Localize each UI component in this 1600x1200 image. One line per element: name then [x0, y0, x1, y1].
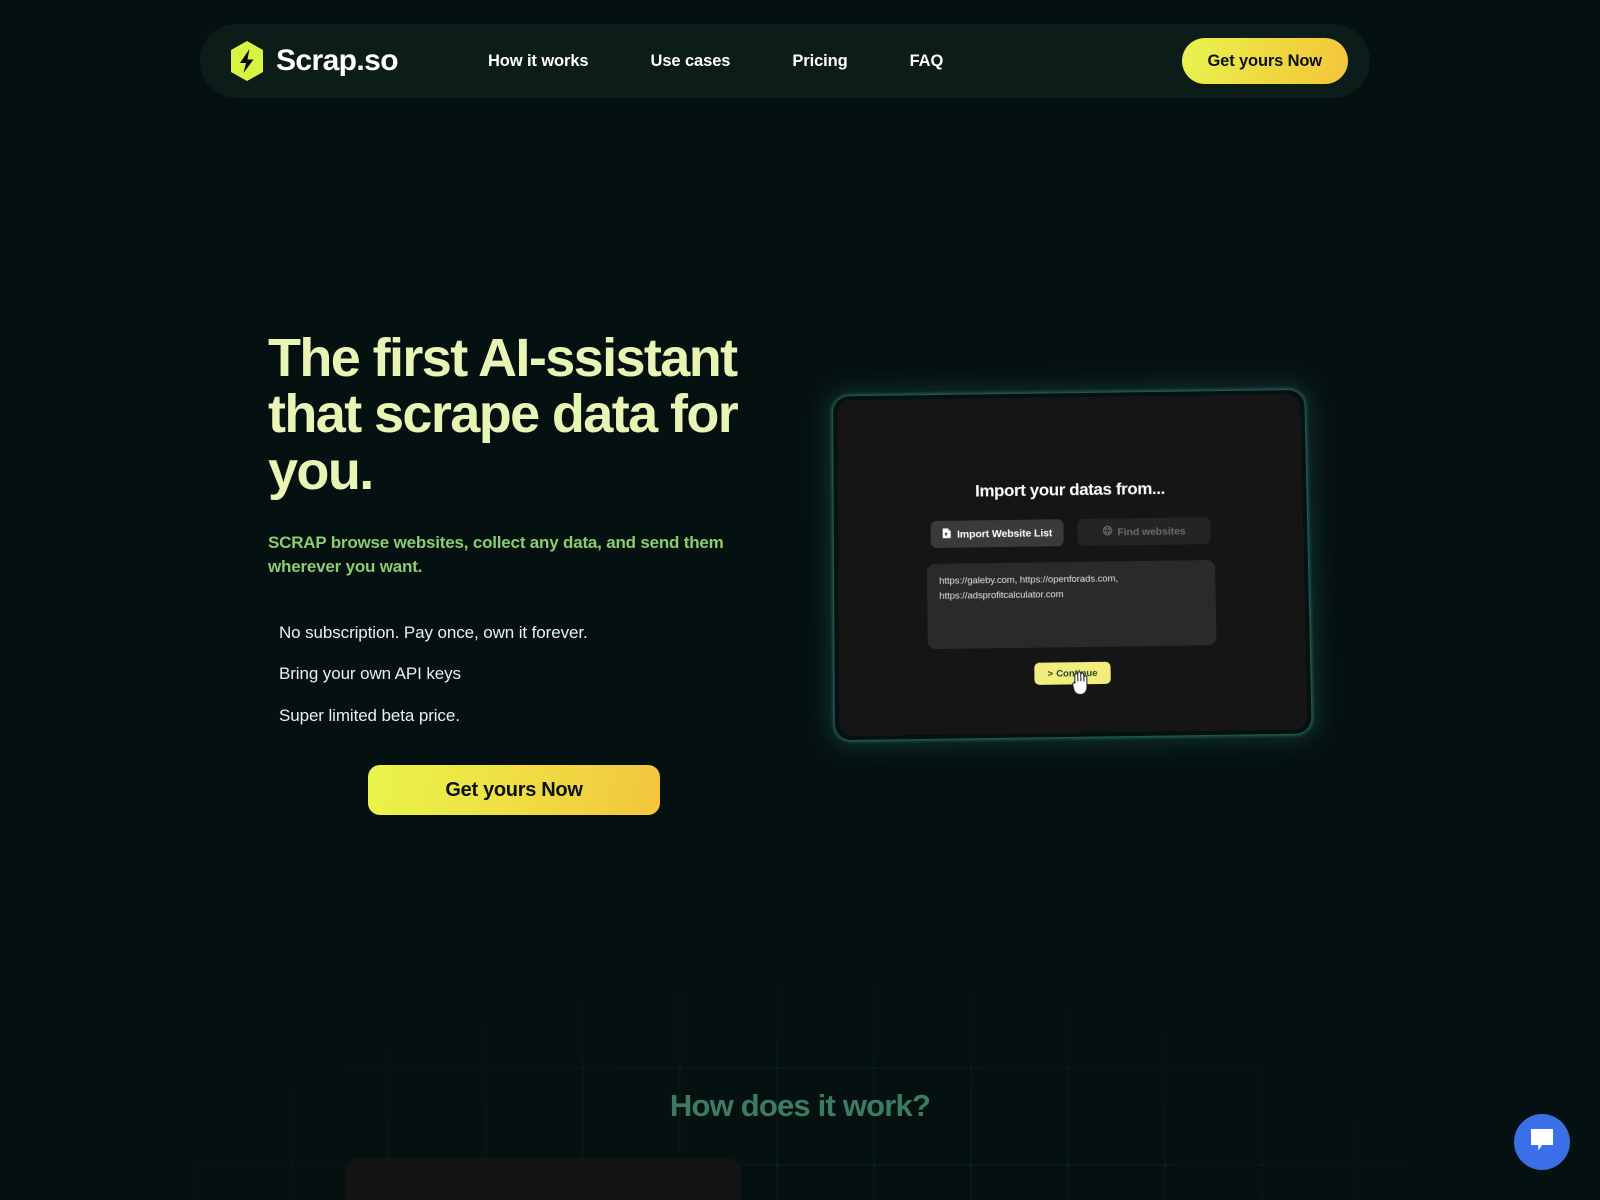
- chevron-right-icon: >: [1047, 668, 1054, 680]
- main-nav: How it works Use cases Pricing FAQ: [488, 52, 943, 71]
- hero-get-yours-now-button[interactable]: Get yours Now: [368, 765, 660, 816]
- background-plus-pattern: [0, 0, 1600, 1200]
- list-item: Super limited beta price.: [279, 706, 460, 726]
- product-mockup: Import your datas from... Import Website…: [828, 388, 1314, 744]
- tab-import-website-list[interactable]: Import Website List: [930, 519, 1064, 548]
- lightning-bolt-hexagon-icon: [228, 40, 266, 82]
- import-dialog-card: Import your datas from... Import Website…: [837, 393, 1308, 737]
- import-dialog-title: Import your datas from...: [974, 478, 1165, 501]
- nav-item-faq[interactable]: FAQ: [910, 52, 944, 71]
- globe-icon: [1102, 525, 1112, 538]
- nav-item-how-it-works[interactable]: How it works: [488, 52, 589, 71]
- hero-feature-list: No subscription. Pay once, own it foreve…: [279, 622, 778, 729]
- import-source-tabs: Import Website List Find websites: [838, 516, 1304, 549]
- chat-bubble-icon: [1528, 1127, 1556, 1158]
- continue-button-label: Continue: [1056, 667, 1098, 680]
- website-list-textarea[interactable]: https://galeby.com, https://openforads.c…: [926, 559, 1217, 650]
- tab-find-websites[interactable]: Find websites: [1077, 517, 1211, 546]
- hero-copy: The first AI-ssistant that scrape data f…: [268, 328, 778, 816]
- hero-subheadline: SCRAP browse websites, collect any data,…: [268, 533, 724, 577]
- header-get-yours-now-button[interactable]: Get yours Now: [1181, 38, 1348, 84]
- background-grid-pattern: [0, 0, 1600, 1200]
- tab-find-websites-label: Find websites: [1117, 524, 1186, 538]
- file-import-icon: [942, 527, 952, 541]
- continue-row: > Continue: [839, 659, 1307, 688]
- list-item: No subscription. Pay once, own it foreve…: [279, 622, 588, 642]
- nav-item-use-cases[interactable]: Use cases: [651, 52, 731, 71]
- brand-name: Scrap.so: [276, 44, 399, 77]
- continue-button[interactable]: > Continue: [1034, 661, 1111, 685]
- page-title: The first AI-ssistant that scrape data f…: [268, 328, 739, 501]
- nav-item-pricing[interactable]: Pricing: [792, 52, 847, 71]
- how-it-works-panel: [345, 1158, 741, 1200]
- brand-logo[interactable]: Scrap.so: [228, 40, 399, 82]
- site-header: Scrap.so How it works Use cases Pricing …: [200, 24, 1370, 98]
- list-item: Bring your own API keys: [279, 664, 461, 684]
- tab-import-website-list-label: Import Website List: [956, 526, 1053, 541]
- page-root: Scrap.so How it works Use cases Pricing …: [0, 0, 1600, 1200]
- chat-widget-button[interactable]: [1514, 1114, 1570, 1170]
- how-it-works-section-title: How does it work?: [669, 1088, 931, 1123]
